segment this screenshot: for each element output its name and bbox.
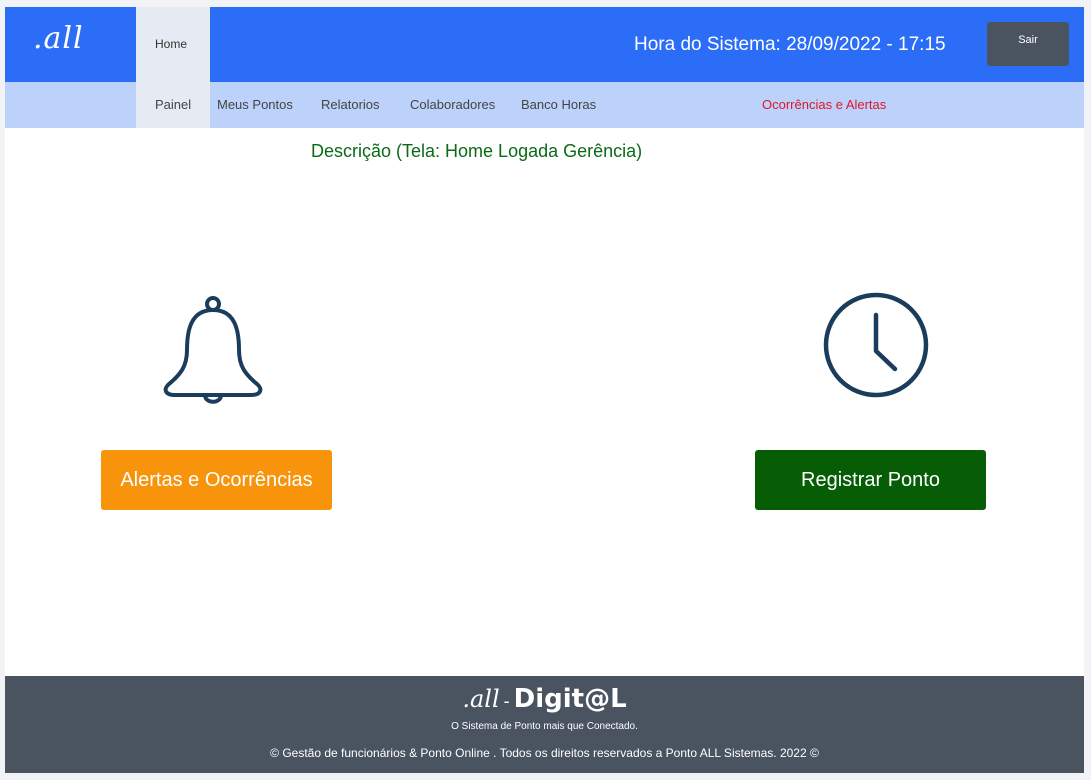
app-frame: .all Home Hora do Sistema: 28/09/2022 - … (5, 7, 1084, 773)
nav-item-banco-horas[interactable]: Banco Horas (521, 97, 596, 112)
nav-item-painel[interactable]: Painel (155, 97, 191, 112)
tab-home[interactable]: Home (155, 37, 187, 51)
bell-icon (163, 296, 263, 404)
page-description: Descrição (Tela: Home Logada Gerência) (311, 141, 643, 161)
footer-tagline: O Sistema de Ponto mais que Conectado. (451, 721, 638, 732)
clock-icon (823, 292, 929, 398)
nav-item-ocorrencias-alertas[interactable]: Ocorrências e Alertas (762, 97, 886, 112)
nav-item-colaboradores[interactable]: Colaboradores (410, 97, 495, 112)
nav-item-relatorios[interactable]: Relatorios (321, 97, 380, 112)
logout-button[interactable]: Sair (987, 22, 1069, 66)
register-button[interactable]: Registrar Ponto (755, 450, 986, 510)
system-time-display: Hora do Sistema: 28/09/2022 - 17:15 (634, 34, 946, 55)
footer-logo-separator: - (503, 691, 510, 711)
nav-item-meus-pontos[interactable]: Meus Pontos (217, 97, 293, 112)
footer-logo-script: .all (462, 685, 500, 713)
footer-logo-brand: Digit@L (513, 684, 627, 714)
alerts-button[interactable]: Alertas e Ocorrências (101, 450, 332, 510)
app-logo[interactable]: .all (33, 21, 84, 56)
footer-copyright: © Gestão de funcionários & Ponto Online … (270, 746, 819, 760)
footer-logo: .all - Digit@L (5, 684, 1084, 714)
